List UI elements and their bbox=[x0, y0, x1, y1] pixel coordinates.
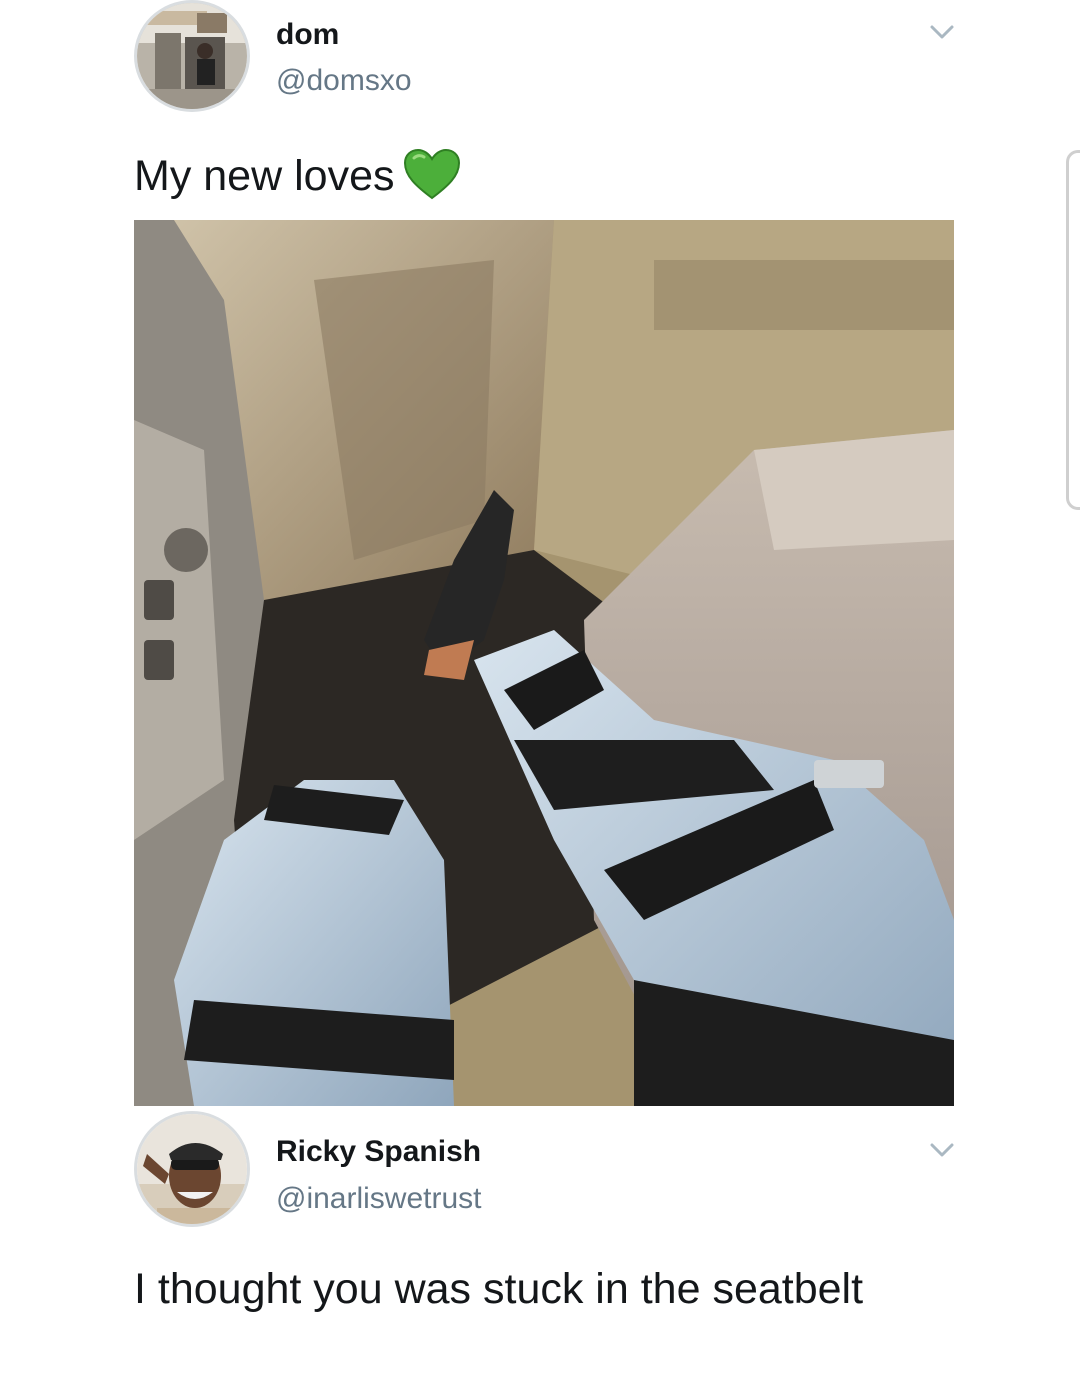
tweet-screenshot: dom @domsxo My new loves Ricky Spanish @… bbox=[0, 0, 1080, 1384]
original-tweet: dom @domsxo My new loves bbox=[0, 0, 1080, 1110]
chevron-down-icon[interactable] bbox=[928, 1140, 956, 1160]
green-heart-icon bbox=[404, 148, 461, 200]
tweet-text: My new loves bbox=[134, 148, 934, 203]
tweet-text: I thought you was stuck in the seatbelt bbox=[134, 1265, 864, 1313]
reply-tweet: Ricky Spanish @inarliswetrust I thought … bbox=[0, 1110, 1080, 1384]
author-avatar[interactable] bbox=[134, 0, 250, 112]
tweet-photo[interactable] bbox=[134, 220, 954, 1106]
author-handle[interactable]: @inarliswetrust bbox=[276, 1184, 482, 1214]
tweet-text-content: My new loves bbox=[134, 152, 395, 200]
chevron-down-icon[interactable] bbox=[928, 22, 956, 42]
author-avatar[interactable] bbox=[134, 1111, 250, 1227]
author-display-name[interactable]: Ricky Spanish bbox=[276, 1137, 481, 1167]
scroll-indicator[interactable] bbox=[1066, 150, 1080, 510]
author-handle[interactable]: @domsxo bbox=[276, 66, 412, 96]
author-display-name[interactable]: dom bbox=[276, 20, 339, 50]
